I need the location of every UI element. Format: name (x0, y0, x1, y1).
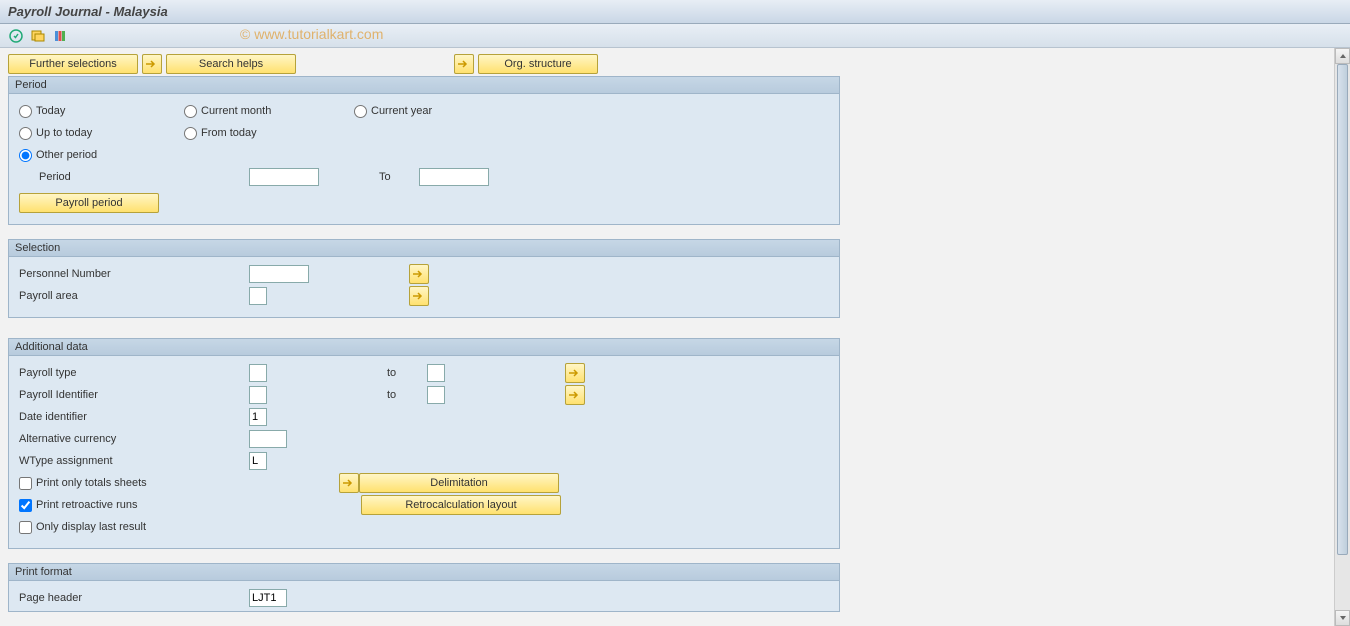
top-button-row: Further selections Search helps Org. str… (8, 54, 1342, 74)
payroll-area-label: Payroll area (19, 290, 249, 302)
only-last-result-checkbox[interactable]: Only display last result (19, 521, 146, 534)
alt-currency-input[interactable] (249, 430, 287, 448)
content-wrap: Further selections Search helps Org. str… (0, 48, 1350, 626)
scroll-up-button[interactable] (1335, 48, 1350, 64)
org-structure-button[interactable]: Org. structure (478, 54, 598, 74)
additional-data-group-title: Additional data (9, 339, 839, 356)
from-today-radio[interactable]: From today (184, 127, 354, 140)
page-header-input[interactable] (249, 589, 287, 607)
print-format-group-title: Print format (9, 564, 839, 581)
payroll-area-multi-button[interactable] (409, 286, 429, 306)
current-year-radio[interactable]: Current year (354, 105, 432, 118)
payroll-type-to-input[interactable] (427, 364, 445, 382)
org-structure-arrow-button[interactable] (454, 54, 474, 74)
spacer (300, 54, 450, 74)
payroll-identifier-from-input[interactable] (249, 386, 267, 404)
delimitation-button[interactable]: Delimitation (359, 473, 559, 493)
print-totals-checkbox[interactable]: Print only totals sheets (19, 477, 339, 490)
up-to-today-radio[interactable]: Up to today (19, 127, 184, 140)
payroll-period-button[interactable]: Payroll period (19, 193, 159, 213)
personnel-number-label: Personnel Number (19, 268, 249, 280)
current-month-radio[interactable]: Current month (184, 105, 354, 118)
period-label: Period (39, 171, 249, 183)
delimitation-arrow-button[interactable] (339, 473, 359, 493)
payroll-identifier-to-label: to (387, 389, 427, 401)
other-period-radio[interactable]: Other period (19, 149, 184, 162)
app-toolbar: © www.tutorialkart.com (0, 24, 1350, 48)
period-group-title: Period (9, 77, 839, 94)
payroll-type-to-label: to (387, 367, 427, 379)
print-format-group: Print format Page header (8, 563, 840, 612)
date-identifier-label: Date identifier (19, 411, 249, 423)
execute-icon[interactable] (8, 28, 24, 44)
additional-data-group: Additional data Payroll type to Payroll … (8, 338, 840, 549)
scroll-down-button[interactable] (1335, 610, 1350, 626)
variant-icon[interactable] (30, 28, 46, 44)
selection-group: Selection Personnel Number Payroll area (8, 239, 840, 318)
payroll-identifier-to-input[interactable] (427, 386, 445, 404)
search-helps-button[interactable]: Search helps (166, 54, 296, 74)
payroll-type-from-input[interactable] (249, 364, 267, 382)
period-to-label: To (379, 171, 419, 183)
personnel-number-multi-button[interactable] (409, 264, 429, 284)
scroll-thumb[interactable] (1337, 64, 1348, 555)
page-title: Payroll Journal - Malaysia (8, 4, 168, 19)
alt-currency-label: Alternative currency (19, 433, 249, 445)
personnel-number-input[interactable] (249, 265, 309, 283)
scroll-track[interactable] (1335, 64, 1350, 610)
date-identifier-input[interactable] (249, 408, 267, 426)
today-radio[interactable]: Today (19, 105, 184, 118)
period-group: Period Today Current month Current year … (8, 76, 840, 225)
watermark: © www.tutorialkart.com (240, 26, 383, 42)
retro-layout-button[interactable]: Retrocalculation layout (361, 495, 561, 515)
period-to-input[interactable] (419, 168, 489, 186)
wtype-input[interactable] (249, 452, 267, 470)
period-from-input[interactable] (249, 168, 319, 186)
payroll-area-input[interactable] (249, 287, 267, 305)
payroll-identifier-label: Payroll Identifier (19, 389, 249, 401)
payroll-type-label: Payroll type (19, 367, 249, 379)
title-bar: Payroll Journal - Malaysia (0, 0, 1350, 24)
content-area: Further selections Search helps Org. str… (0, 48, 1350, 626)
payroll-identifier-multi-button[interactable] (565, 385, 585, 405)
multi-color-icon[interactable] (52, 28, 68, 44)
search-help-arrow-button[interactable] (142, 54, 162, 74)
vertical-scrollbar[interactable] (1334, 48, 1350, 626)
wtype-label: WType assignment (19, 455, 249, 467)
further-selections-button[interactable]: Further selections (8, 54, 138, 74)
payroll-type-multi-button[interactable] (565, 363, 585, 383)
page-header-label: Page header (19, 592, 249, 604)
print-retro-checkbox[interactable]: Print retroactive runs (19, 499, 339, 512)
selection-group-title: Selection (9, 240, 839, 257)
